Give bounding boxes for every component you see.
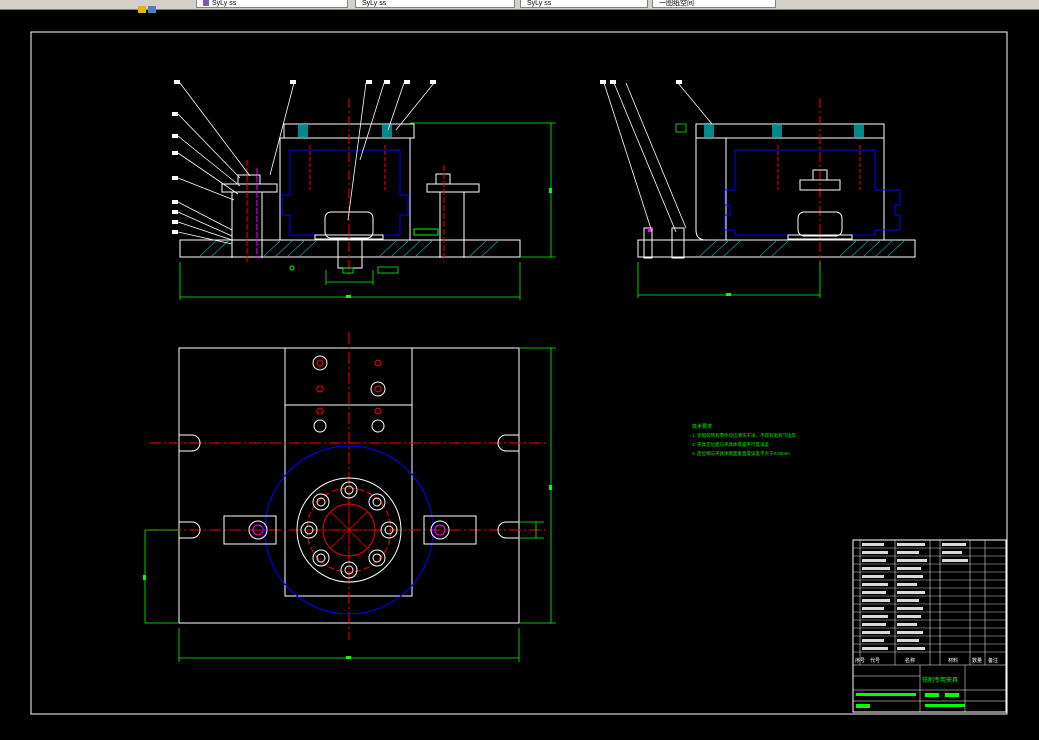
front-balloons — [172, 80, 436, 234]
top-plate-hatch-left — [298, 124, 308, 138]
col-material: 材料 — [948, 657, 958, 664]
col-code: 代号 — [870, 657, 880, 664]
note-3: 3. 定位销与夹具体底面垂直度误差不大于0.02mm — [692, 450, 790, 457]
green-key — [413, 228, 439, 236]
front-view — [172, 80, 556, 300]
note-2: 2. 夹具定位面与夹具体底面平行度误差 — [692, 441, 770, 448]
base-plate — [179, 239, 521, 258]
note-1: 1. 装配前所有零件均应清洗干净，不得有毛刺飞边等 — [692, 432, 797, 439]
col-remarks: 备注 — [988, 657, 998, 664]
hidden-outline — [281, 149, 409, 236]
left-clamp-plate — [221, 183, 278, 193]
top-plate-hatch-right — [382, 124, 392, 138]
locating-pin — [337, 239, 363, 269]
col-qty: 数量 — [972, 657, 982, 664]
front-leaders — [177, 82, 435, 245]
col-name: 名称 — [905, 657, 915, 664]
right-clamp-plate — [426, 183, 480, 193]
cad-drawing-canvas[interactable]: 技术要求 1. 装配前所有零件均应清洗干净，不得有毛刺飞边等 2. 夹具定位面与… — [0, 10, 1039, 740]
drawing-title: 铣削专用夹具 — [922, 676, 958, 684]
top-view — [143, 332, 556, 662]
side-view — [600, 80, 916, 298]
fixture-body — [279, 137, 411, 241]
side-base — [637, 239, 916, 258]
tab-drawing-3[interactable]: Sy̲Ly̲ ss — [520, 0, 648, 8]
tab-paper-space[interactable]: 一图纸空间 — [652, 0, 776, 8]
drawing-file-icon — [203, 0, 209, 7]
tab-drawing-2[interactable]: Sy̲Ly̲ ss — [355, 0, 515, 8]
right-clamp-nut — [435, 173, 451, 185]
document-tab-bar: Sy̲Ly̲ ss Sy̲Ly̲ ss Sy̲Ly̲ ss 一图纸空间 — [0, 0, 1039, 13]
title-block: 序号 代号 名称 材料 数量 备注 铣削专用夹具 — [852, 539, 1007, 713]
toolbar-icons[interactable] — [138, 0, 158, 13]
col-index: 序号 — [855, 657, 865, 664]
notes-title: 技术要求 — [692, 423, 712, 430]
tab-drawing-1[interactable]: Sy̲Ly̲ ss — [196, 0, 348, 8]
technical-notes: 技术要求 1. 装配前所有零件均应清洗干净，不得有毛刺飞边等 2. 夹具定位面与… — [692, 423, 797, 457]
